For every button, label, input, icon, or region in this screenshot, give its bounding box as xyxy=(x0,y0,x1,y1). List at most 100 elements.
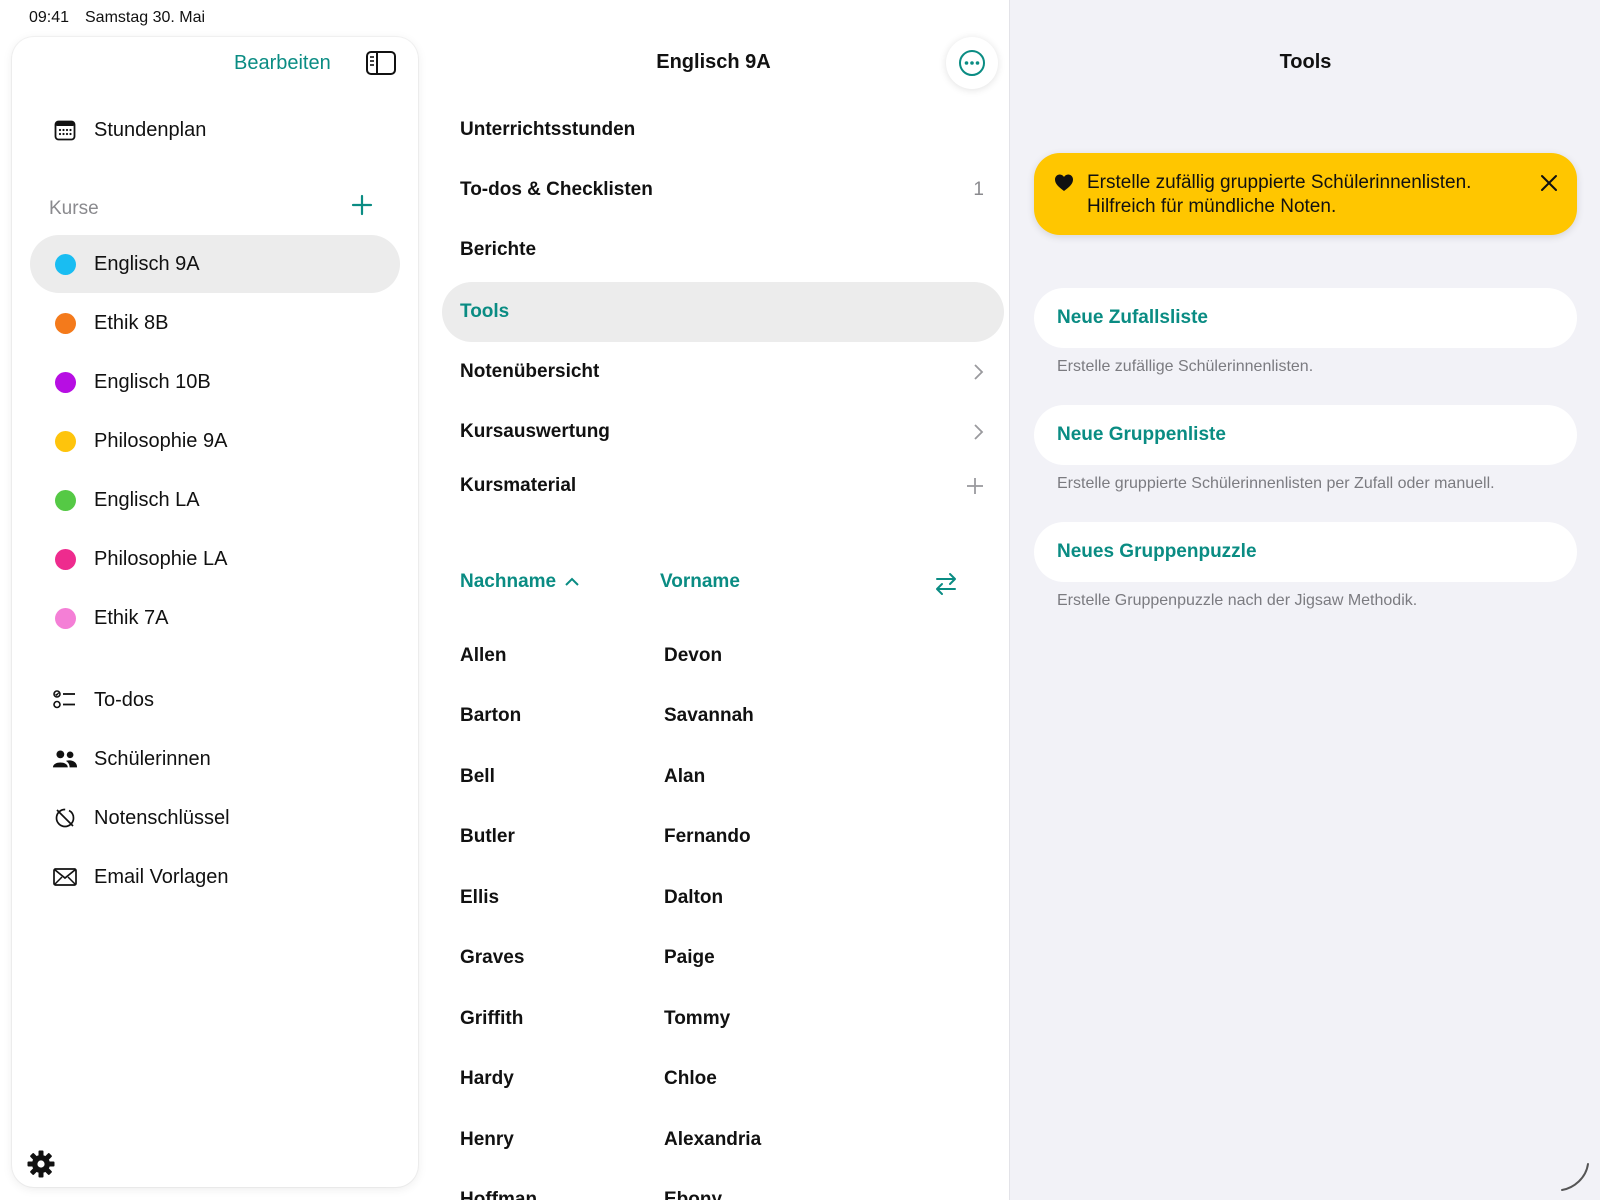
student-lastname: Graves xyxy=(460,947,525,968)
table-row[interactable]: Butler Fernando xyxy=(460,807,1000,867)
course-label: Philosophie 9A xyxy=(94,429,228,452)
student-lastname: Butler xyxy=(460,826,515,847)
menu-notenuebersicht[interactable]: Notenübersicht xyxy=(442,342,1004,402)
sidebar-course-englisch-10b[interactable]: Englisch 10B xyxy=(30,353,400,411)
menu-berichte[interactable]: Berichte xyxy=(442,220,1004,280)
sidebar-course-ethik-7a[interactable]: Ethik 7A xyxy=(30,589,400,647)
course-label: Ethik 7A xyxy=(94,606,169,629)
course-title: Englisch 9A xyxy=(656,51,771,73)
course-color-dot xyxy=(54,489,76,511)
student-lastname: Barton xyxy=(460,705,522,726)
tool-description: Erstelle Gruppenpuzzle nach der Jigsaw M… xyxy=(1057,592,1418,609)
envelope-icon xyxy=(52,864,78,890)
menu-label: To-dos & Checklisten xyxy=(460,179,653,200)
chevron-up-icon xyxy=(565,577,579,586)
table-row[interactable]: Hardy Chloe xyxy=(460,1049,1000,1109)
course-color-dot xyxy=(54,548,76,570)
menu-label: Unterrichtsstunden xyxy=(460,119,636,140)
tools-pane: Tools Erstelle zufällig gruppierte Schül… xyxy=(1009,0,1600,1200)
people-icon xyxy=(52,746,78,772)
table-row[interactable]: Griffith Tommy xyxy=(460,989,1000,1049)
table-row[interactable]: Graves Paige xyxy=(460,928,1000,988)
sort-lastname-header[interactable]: Nachname xyxy=(460,571,580,593)
student-firstname: Alexandria xyxy=(664,1129,762,1150)
sidebar-course-englisch-9a[interactable]: Englisch 9A xyxy=(30,235,400,293)
sidebar-item-todos[interactable]: To-dos xyxy=(30,671,400,729)
sidebar-item-email-vorlagen[interactable]: Email Vorlagen xyxy=(30,848,400,906)
new-group-list-button[interactable]: Neue Gruppenliste xyxy=(1034,405,1577,465)
student-firstname: Savannah xyxy=(664,705,754,726)
student-lastname: Hoffman xyxy=(460,1189,538,1200)
column-label: Vorname xyxy=(660,571,740,592)
sidebar-item-schuelerinnen[interactable]: Schülerinnen xyxy=(30,730,400,788)
new-random-list-button[interactable]: Neue Zufallsliste xyxy=(1034,288,1577,348)
tool-description: Erstelle gruppierte Schülerinnenlisten p… xyxy=(1057,475,1495,492)
sidebar-course-philosophie-la[interactable]: Philosophie LA xyxy=(30,530,400,588)
table-row[interactable]: Allen Devon xyxy=(460,626,1000,686)
student-lastname: Bell xyxy=(460,766,495,787)
sort-firstname-header[interactable]: Vorname xyxy=(660,571,740,593)
menu-label: Kursauswertung xyxy=(460,421,610,442)
calendar-icon xyxy=(52,117,78,143)
tools-title: Tools xyxy=(1279,51,1332,73)
table-row[interactable]: Barton Savannah xyxy=(460,686,1000,746)
todo-count: 1 xyxy=(973,179,984,200)
more-button[interactable] xyxy=(946,37,998,89)
add-course-icon[interactable] xyxy=(350,193,374,217)
student-firstname: Fernando xyxy=(664,826,751,847)
student-lastname: Henry xyxy=(460,1129,514,1150)
menu-kursmaterial[interactable]: Kursmaterial xyxy=(442,456,1004,516)
menu-unterrichtsstunden[interactable]: Unterrichtsstunden xyxy=(442,100,1004,160)
status-date: Samstag 30. Mai xyxy=(85,9,206,26)
student-lastname: Ellis xyxy=(460,887,500,908)
edit-button[interactable]: Bearbeiten xyxy=(234,52,331,75)
table-row[interactable]: Bell Alan xyxy=(460,747,1000,807)
checklist-icon xyxy=(52,687,78,713)
menu-label: Notenübersicht xyxy=(460,361,600,382)
sidebar-course-ethik-8b[interactable]: Ethik 8B xyxy=(30,294,400,352)
table-row[interactable]: Henry Alexandria xyxy=(460,1110,1000,1170)
banner-line: Hilfreich für mündliche Noten. xyxy=(1087,196,1337,217)
course-label: Ethik 8B xyxy=(94,311,169,334)
menu-label: Kursmaterial xyxy=(460,475,577,496)
status-time: 09:41 xyxy=(29,9,70,26)
chevron-right-icon xyxy=(972,363,984,381)
menu-todos-checklisten[interactable]: To-dos & Checklisten 1 xyxy=(442,160,1004,220)
close-icon[interactable] xyxy=(1539,173,1559,193)
student-lastname: Hardy xyxy=(460,1068,514,1089)
new-group-puzzle-button[interactable]: Neues Gruppenpuzzle xyxy=(1034,522,1577,582)
student-firstname: Dalton xyxy=(664,887,724,908)
sidebar-toggle-icon[interactable] xyxy=(366,51,396,75)
course-color-dot xyxy=(54,371,76,393)
course-label: Englisch LA xyxy=(94,488,200,511)
menu-label: Tools xyxy=(460,301,510,322)
add-material-icon[interactable] xyxy=(966,477,984,495)
swap-columns-icon[interactable] xyxy=(933,571,959,597)
gear-icon[interactable] xyxy=(26,1149,56,1179)
tool-description: Erstelle zufällige Schülerinnenlisten. xyxy=(1057,358,1314,375)
menu-kursauswertung[interactable]: Kursauswertung xyxy=(442,402,1004,462)
table-row[interactable]: Hoffman Ebony xyxy=(460,1170,1000,1200)
table-row[interactable]: Ellis Dalton xyxy=(460,868,1000,928)
sidebar-item-stundenplan[interactable]: Stundenplan xyxy=(30,101,400,159)
sidebar-item-label: To-dos xyxy=(94,688,155,711)
chevron-right-icon xyxy=(972,423,984,441)
student-firstname: Devon xyxy=(664,645,723,666)
sidebar-item-notenschluessel[interactable]: Notenschlüssel xyxy=(30,789,400,847)
menu-tools[interactable]: Tools xyxy=(442,282,1004,342)
sidebar-item-label: Notenschlüssel xyxy=(94,806,230,829)
tool-label: Neue Gruppenliste xyxy=(1057,424,1226,445)
course-color-dot xyxy=(54,312,76,334)
sidebar: Bearbeiten Stundenplan Kurse Englisch 9A xyxy=(12,37,418,1187)
sidebar-course-philosophie-9a[interactable]: Philosophie 9A xyxy=(30,412,400,470)
menu-label: Berichte xyxy=(460,239,537,260)
tip-banner: Erstelle zufällig gruppierte Schülerinne… xyxy=(1034,153,1577,235)
sidebar-course-englisch-la[interactable]: Englisch LA xyxy=(30,471,400,529)
banner-line: Erstelle zufällig gruppierte Schülerinne… xyxy=(1087,172,1472,193)
course-label: Philosophie LA xyxy=(94,547,228,570)
student-lastname: Allen xyxy=(460,645,507,666)
course-color-dot xyxy=(54,430,76,452)
grade-key-icon xyxy=(52,805,78,831)
course-color-dot xyxy=(54,253,76,275)
resize-handle-icon[interactable] xyxy=(1558,1160,1592,1194)
